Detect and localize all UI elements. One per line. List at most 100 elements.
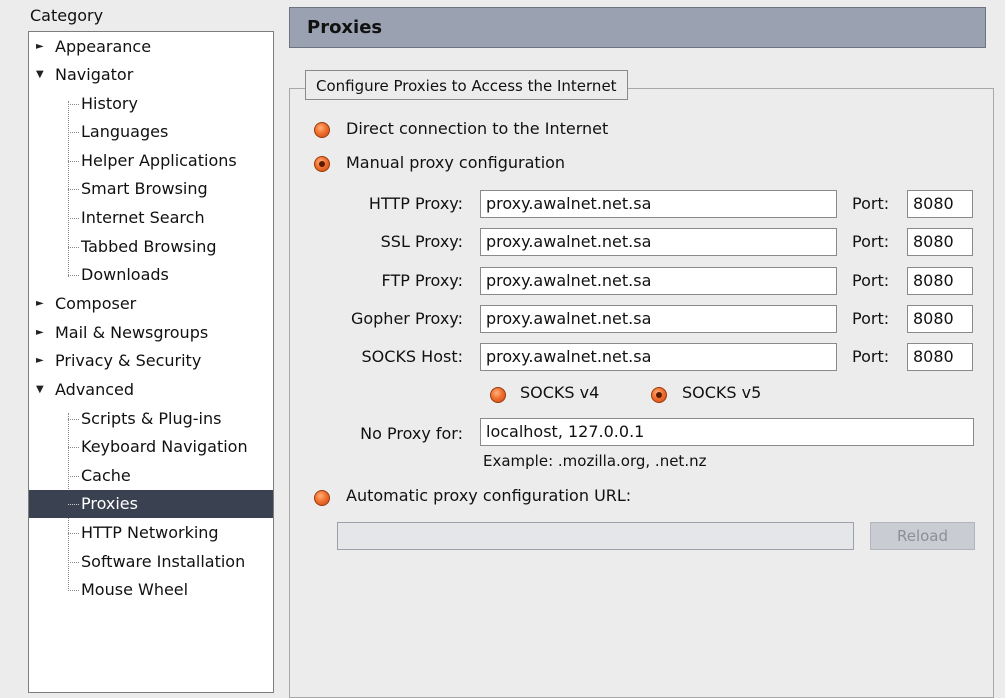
expand-arrow-icon[interactable]: ► (36, 347, 44, 375)
category-label: Category (30, 6, 104, 25)
sidebar-item-smart-browsing[interactable]: Smart Browsing (29, 175, 273, 203)
ftp-port-label: Port: (852, 271, 890, 290)
tree-connector (68, 533, 79, 534)
no-proxy-label: No Proxy for: (360, 424, 463, 443)
sidebar-item-advanced[interactable]: ▼ Advanced (29, 376, 273, 404)
sidebar-item-label: Helper Applications (81, 151, 237, 170)
http-proxy-input[interactable]: proxy.awalnet.net.sa (480, 190, 837, 218)
direct-connection-label[interactable]: Direct connection to the Internet (346, 119, 608, 138)
sidebar-item-label: Scripts & Plug-ins (81, 409, 222, 428)
direct-connection-radio[interactable] (314, 122, 330, 138)
proxy-group-box (289, 88, 994, 698)
socks-v4-radio[interactable] (490, 387, 506, 403)
ftp-proxy-input[interactable]: proxy.awalnet.net.sa (480, 267, 837, 295)
tree-connector (68, 476, 79, 477)
sidebar-item-navigator[interactable]: ▼ Navigator (29, 61, 273, 89)
collapse-arrow-icon[interactable]: ▼ (36, 61, 44, 89)
sidebar-item-software-installation[interactable]: Software Installation (29, 548, 273, 576)
sidebar-item-history[interactable]: History (29, 90, 273, 118)
sidebar-item-label: Navigator (55, 65, 134, 84)
gopher-port-label: Port: (852, 309, 890, 328)
no-proxy-example: Example: .mozilla.org, .net.nz (483, 452, 707, 470)
sidebar-item-tabbed-browsing[interactable]: Tabbed Browsing (29, 233, 273, 261)
collapse-arrow-icon[interactable]: ▼ (36, 376, 44, 404)
sidebar-item-keyboard-navigation[interactable]: Keyboard Navigation (29, 433, 273, 461)
sidebar-item-downloads[interactable]: Downloads (29, 261, 273, 289)
socks-host-label: SOCKS Host: (361, 347, 463, 366)
sidebar-item-privacy-security[interactable]: ► Privacy & Security (29, 347, 273, 375)
ftp-proxy-label: FTP Proxy: (381, 271, 463, 290)
sidebar-item-label: Tabbed Browsing (81, 237, 217, 256)
sidebar-item-scripts-plugins[interactable]: Scripts & Plug-ins (29, 405, 273, 433)
sidebar-item-appearance[interactable]: ► Appearance (29, 33, 273, 61)
sidebar-item-label: HTTP Networking (81, 523, 219, 542)
tree-connector (68, 132, 79, 133)
socks-v5-radio[interactable] (651, 387, 667, 403)
tree-connector (68, 504, 79, 505)
http-port-input[interactable]: 8080 (907, 190, 973, 218)
socks-v5-label[interactable]: SOCKS v5 (682, 383, 761, 402)
sidebar-item-composer[interactable]: ► Composer (29, 290, 273, 318)
tree-connector (68, 590, 79, 591)
category-tree[interactable]: ► Appearance ▼ Navigator History Languag… (28, 31, 274, 693)
sidebar-item-http-networking[interactable]: HTTP Networking (29, 519, 273, 547)
sidebar-item-label: Advanced (55, 380, 135, 399)
socks-port-label: Port: (852, 347, 890, 366)
tree-connector (68, 104, 79, 105)
sidebar-item-label: Cache (81, 466, 131, 485)
expand-arrow-icon[interactable]: ► (36, 290, 44, 318)
tree-connector (68, 562, 79, 563)
sidebar-item-label: Smart Browsing (81, 179, 208, 198)
tree-connector (68, 247, 79, 248)
sidebar-item-label: Proxies (81, 494, 138, 513)
socks-v4-label[interactable]: SOCKS v4 (520, 383, 599, 402)
sidebar-item-label: Languages (81, 122, 169, 141)
tree-connector (68, 161, 79, 162)
manual-proxy-radio[interactable] (314, 156, 330, 172)
socks-host-input[interactable]: proxy.awalnet.net.sa (480, 343, 837, 371)
gopher-proxy-label: Gopher Proxy: (350, 309, 463, 328)
socks-port-input[interactable]: 8080 (907, 343, 973, 371)
ssl-proxy-input[interactable]: proxy.awalnet.net.sa (480, 228, 837, 256)
sidebar-item-helper-applications[interactable]: Helper Applications (29, 147, 273, 175)
sidebar-item-label: Mail & Newsgroups (55, 323, 209, 342)
sidebar-item-internet-search[interactable]: Internet Search (29, 204, 273, 232)
ssl-proxy-label: SSL Proxy: (380, 232, 463, 251)
group-title: Configure Proxies to Access the Internet (305, 70, 628, 100)
gopher-proxy-input[interactable]: proxy.awalnet.net.sa (480, 305, 837, 333)
ssl-port-input[interactable]: 8080 (907, 228, 973, 256)
sidebar-item-label: History (81, 94, 138, 113)
sidebar-item-label: Downloads (81, 265, 169, 284)
sidebar-item-languages[interactable]: Languages (29, 118, 273, 146)
expand-arrow-icon[interactable]: ► (36, 33, 44, 61)
sidebar-item-mail-newsgroups[interactable]: ► Mail & Newsgroups (29, 319, 273, 347)
tree-connector (68, 419, 79, 420)
no-proxy-input[interactable]: localhost, 127.0.0.1 (480, 418, 974, 446)
tree-connector (68, 189, 79, 190)
panel-header: Proxies (289, 7, 986, 48)
gopher-port-input[interactable]: 8080 (907, 305, 973, 333)
http-port-label: Port: (852, 194, 890, 213)
ftp-port-input[interactable]: 8080 (907, 267, 973, 295)
reload-button[interactable]: Reload (870, 522, 975, 550)
sidebar-item-label: Composer (55, 294, 137, 313)
manual-proxy-label[interactable]: Manual proxy configuration (346, 153, 565, 172)
sidebar-item-label: Keyboard Navigation (81, 437, 248, 456)
sidebar-item-label: Privacy & Security (55, 351, 202, 370)
expand-arrow-icon[interactable]: ► (36, 319, 44, 347)
sidebar-item-label: Internet Search (81, 208, 205, 227)
tree-connector (68, 275, 79, 276)
tree-connector (68, 447, 79, 448)
sidebar-item-label: Software Installation (81, 552, 246, 571)
sidebar-item-proxies[interactable]: Proxies (29, 490, 273, 518)
auto-proxy-radio[interactable] (314, 490, 330, 506)
http-proxy-label: HTTP Proxy: (368, 194, 463, 213)
sidebar-item-mouse-wheel[interactable]: Mouse Wheel (29, 576, 273, 604)
sidebar-item-label: Mouse Wheel (81, 580, 189, 599)
ssl-port-label: Port: (852, 232, 890, 251)
auto-proxy-url-input[interactable] (337, 522, 854, 550)
tree-connector (68, 218, 79, 219)
auto-proxy-label[interactable]: Automatic proxy configuration URL: (346, 486, 631, 505)
sidebar-item-cache[interactable]: Cache (29, 462, 273, 490)
sidebar-item-label: Appearance (55, 37, 152, 56)
